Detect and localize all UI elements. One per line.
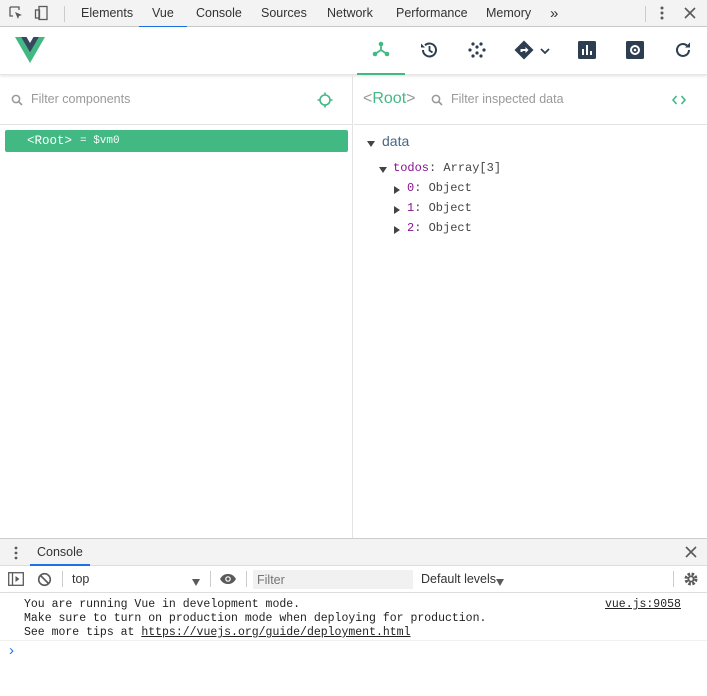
inspect-element-icon[interactable] — [8, 5, 26, 23]
context-selector-value[interactable]: top — [72, 572, 89, 586]
console-message: You are running Vue in development mode.… — [0, 596, 707, 641]
title-open-bracket: < — [363, 90, 373, 107]
console-prompt[interactable]: › — [9, 642, 14, 659]
log-levels-label: Default levels — [421, 572, 497, 586]
vue-devtools-header — [0, 27, 707, 75]
components-tab-button[interactable] — [357, 27, 405, 75]
more-tabs-button[interactable]: » — [548, 0, 560, 27]
vue-logo-icon — [15, 37, 45, 66]
tab-vue[interactable]: Vue — [139, 0, 187, 28]
components-search-bar — [0, 75, 353, 125]
console-source-link[interactable]: vue.js:9058 — [605, 598, 681, 612]
history-icon — [419, 40, 439, 63]
source-location: vue.js:9058 — [605, 598, 681, 611]
tab-elements[interactable]: Elements — [79, 0, 135, 27]
clear-console-icon[interactable] — [37, 572, 52, 590]
filter-components-input[interactable] — [31, 92, 291, 106]
property-value: Object — [428, 181, 472, 195]
data-section-label: data — [382, 133, 410, 149]
tab-performance[interactable]: Performance — [394, 0, 470, 27]
toolbar-divider — [246, 571, 247, 587]
component-tree-root[interactable]: <Root> = $vm0 — [5, 130, 348, 152]
property-value: Array[3] — [443, 161, 502, 175]
console-filter-input[interactable] — [253, 570, 413, 589]
components-pane: <Root> = $vm0 — [0, 75, 353, 538]
property-key: todos — [393, 161, 430, 175]
search-icon — [431, 94, 443, 109]
caret-right-icon — [393, 204, 401, 218]
filter-inspected-data-input[interactable] — [451, 92, 651, 106]
chevron-down-icon — [540, 44, 550, 58]
property-value: Object — [428, 201, 472, 215]
refresh-icon — [674, 41, 692, 62]
performance-tab-button[interactable] — [563, 27, 611, 75]
caret-right-icon — [393, 224, 401, 238]
toolbar-divider — [62, 571, 63, 587]
eye-icon[interactable] — [219, 573, 237, 588]
routing-icon — [514, 40, 536, 63]
console-output: You are running Vue in development mode.… — [0, 593, 707, 696]
root-component-name: <Root> — [27, 134, 73, 148]
history-tab-button[interactable] — [405, 27, 453, 75]
vuex-icon — [467, 40, 487, 63]
refresh-button[interactable] — [659, 27, 707, 75]
drawer-tab-console[interactable]: Console — [30, 539, 90, 566]
title-close-bracket: > — [406, 90, 416, 107]
log-levels-select[interactable]: Default levels — [421, 572, 496, 586]
root-vm-label: = $vm0 — [80, 135, 120, 147]
device-toolbar-icon[interactable] — [34, 5, 52, 23]
toolbar-divider — [210, 571, 211, 587]
kebab-menu-icon[interactable] — [654, 5, 672, 23]
sidebar-toggle-icon[interactable] — [8, 572, 24, 589]
inspected-component-title: <Root> — [363, 90, 415, 108]
console-toolbar: top Default levels — [0, 566, 707, 593]
inspected-component-name: Root — [372, 90, 407, 107]
components-icon — [371, 39, 391, 62]
console-message-line: You are running Vue in development mode. — [24, 598, 301, 611]
caret-down-icon — [367, 137, 375, 151]
drawer-tab-bar: Console — [0, 538, 707, 566]
console-message-text: See more tips at — [24, 626, 142, 639]
close-icon[interactable] — [682, 5, 700, 23]
tab-sources[interactable]: Sources — [259, 0, 309, 27]
console-message-line: Make sure to turn on production mode whe… — [24, 612, 487, 625]
tab-memory[interactable]: Memory — [484, 0, 533, 27]
close-drawer-icon[interactable] — [684, 545, 698, 562]
property-value: Object — [428, 221, 472, 235]
caret-right-icon — [393, 184, 401, 198]
gear-icon[interactable] — [683, 571, 699, 590]
kebab-menu-icon[interactable] — [9, 545, 23, 564]
deployment-guide-link[interactable]: https://vuejs.org/guide/deployment.html — [141, 626, 410, 639]
select-component-icon[interactable] — [317, 92, 333, 111]
settings-icon — [626, 40, 644, 62]
tab-network[interactable]: Network — [325, 0, 375, 27]
devtools-tab-bar: Elements Vue Console Sources Network Per… — [0, 0, 707, 28]
tab-console[interactable]: Console — [194, 0, 244, 27]
settings-tab-button[interactable] — [611, 27, 659, 75]
vuex-tab-button[interactable] — [453, 27, 501, 75]
dropdown-arrow-icon[interactable] — [496, 575, 504, 589]
inspect-dom-icon[interactable] — [671, 92, 687, 111]
inspector-pane: <Root> data todos: Array[3] 0: Object 1:… — [354, 75, 707, 538]
toolbar-divider — [64, 6, 65, 22]
routing-tab-button[interactable] — [505, 27, 559, 75]
performance-icon — [578, 40, 596, 62]
toolbar-divider — [645, 6, 646, 22]
inspector-search-bar: <Root> — [354, 75, 707, 125]
console-message-line: See more tips at https://vuejs.org/guide… — [24, 626, 410, 640]
dropdown-arrow-icon[interactable] — [192, 575, 200, 589]
search-icon — [11, 94, 23, 109]
caret-down-icon — [379, 164, 387, 178]
toolbar-divider — [673, 571, 674, 587]
